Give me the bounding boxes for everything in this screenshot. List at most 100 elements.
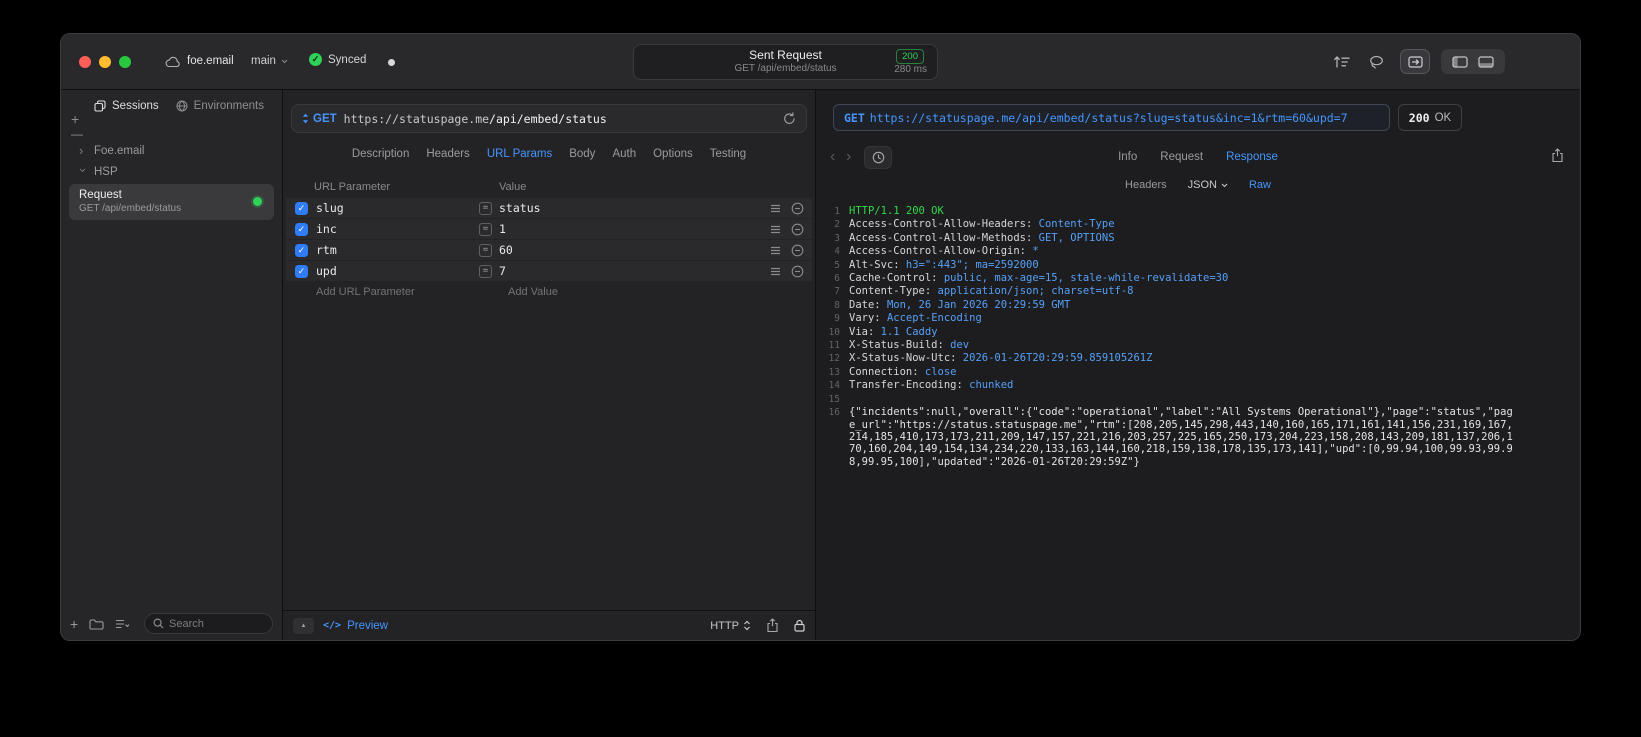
left-sidebar-toggle-icon[interactable] [1452, 55, 1468, 68]
param-checkbox[interactable]: ✓ [295, 243, 308, 257]
tab-info[interactable]: Info [1118, 146, 1137, 169]
tab-headers[interactable]: Headers [426, 148, 469, 160]
line-number: 8 [834, 299, 840, 311]
http-version-selector[interactable]: HTTP [710, 620, 751, 632]
param-value[interactable]: status [499, 201, 760, 215]
search-field[interactable] [144, 613, 273, 634]
refresh-button[interactable] [783, 112, 796, 125]
tree-item-foe-email[interactable]: › Foe.email [69, 140, 274, 161]
header-name: Access-Control-Allow-Origin: [849, 245, 1027, 258]
tab-testing[interactable]: Testing [710, 148, 746, 160]
tab-url-params[interactable]: URL Params [487, 148, 552, 160]
param-value[interactable]: 7 [499, 264, 760, 278]
activity-duration: 280 ms [894, 64, 927, 75]
chevron-down-icon [1221, 183, 1228, 188]
subtab-headers[interactable]: Headers [1125, 179, 1167, 191]
sync-status[interactable]: ✓ Synced [309, 53, 366, 66]
header-value: application/json; charset=utf-8 [937, 285, 1134, 298]
drag-handle-icon[interactable] [770, 246, 781, 255]
tab-body[interactable]: Body [569, 148, 595, 160]
remove-param-button[interactable] [791, 265, 804, 278]
remove-param-button[interactable] [791, 244, 804, 257]
param-checkbox[interactable]: ✓ [295, 264, 308, 278]
main-content: Sessions Environments + — › Foe.email › … [61, 90, 1580, 640]
param-row: ✓ slug = status [286, 198, 812, 218]
tab-environments[interactable]: Environments [176, 100, 264, 112]
export-button[interactable] [1551, 148, 1564, 163]
lock-icon[interactable] [794, 619, 805, 632]
app-window: foe.email main ✓ Synced Sent Request GET… [60, 33, 1581, 641]
sort-ascending-button[interactable] [1333, 55, 1350, 69]
header-value: Accept-Encoding [886, 312, 982, 325]
back-button[interactable]: ‹ [830, 147, 835, 167]
bottom-panel-toggle-icon[interactable] [1478, 55, 1494, 68]
zoom-button[interactable] [119, 56, 131, 68]
check-circle-icon: ✓ [309, 53, 322, 66]
add-value-button[interactable]: Add Value [479, 286, 558, 298]
add-param-button[interactable]: Add URL Parameter [295, 286, 479, 298]
format-dropdown[interactable]: JSON [1188, 179, 1228, 191]
param-checkbox[interactable]: ✓ [295, 222, 308, 236]
sessions-icon [94, 100, 106, 112]
param-name[interactable]: upd [316, 264, 479, 278]
close-button[interactable] [79, 56, 91, 68]
header-value: close [924, 365, 957, 378]
tab-auth[interactable]: Auth [612, 148, 636, 160]
drag-handle-icon[interactable] [770, 225, 781, 234]
request-item-selected[interactable]: Request GET /api/embed/status [69, 184, 274, 220]
param-value[interactable]: 60 [499, 243, 760, 257]
request-item-title: Request [79, 189, 122, 201]
history-button[interactable] [864, 146, 892, 169]
remove-param-button[interactable] [791, 223, 804, 236]
equals-icon: = [479, 201, 492, 215]
code-icon: </> [323, 620, 342, 631]
line-number: 15 [828, 393, 840, 405]
line-number: 10 [828, 326, 840, 338]
line-number: 16 [828, 407, 840, 419]
header-line: 2 Access-Control-Allow-Headers: Content-Ty… [826, 218, 1514, 231]
console-toggle-button[interactable]: ▲ [293, 617, 314, 634]
body-line: 16 {"incidents":null,"overall":{"code":"… [826, 406, 1514, 468]
tab-response[interactable]: Response [1226, 146, 1278, 169]
param-name[interactable]: inc [316, 222, 479, 236]
preview-button[interactable]: </> Preview [323, 620, 388, 632]
response-url-box: GET https://statuspage.me/api/embed/stat… [833, 104, 1390, 131]
response-url-row: GET https://statuspage.me/api/embed/stat… [833, 104, 1462, 131]
tree-item-hsp[interactable]: › HSP [69, 161, 274, 182]
new-folder-button[interactable] [89, 618, 104, 630]
subtab-raw[interactable]: Raw [1249, 179, 1271, 191]
collapse-handle[interactable]: — [71, 128, 83, 140]
tab-description[interactable]: Description [352, 148, 410, 160]
header-line: 11 X-Status-Build: dev [826, 339, 1514, 352]
method-selector[interactable]: GET [302, 113, 337, 125]
drag-handle-icon[interactable] [770, 204, 781, 213]
response-raw-view[interactable]: 1 HTTP/1.1 200 OK 2 Access-Control-Allow-… [826, 205, 1514, 636]
lasso-button[interactable] [1369, 55, 1384, 70]
param-name[interactable]: slug [316, 201, 479, 215]
add-request-button[interactable]: + [70, 617, 78, 631]
minimize-button[interactable] [99, 56, 111, 68]
tab-request[interactable]: Request [1160, 146, 1203, 169]
remove-param-button[interactable] [791, 202, 804, 215]
column-value: Value [499, 181, 527, 193]
drag-handle-icon[interactable] [770, 267, 781, 276]
branch-selector[interactable]: main [251, 55, 288, 67]
tab-sessions[interactable]: Sessions [94, 100, 159, 112]
search-input[interactable] [169, 617, 264, 630]
share-button[interactable] [766, 618, 779, 633]
activity-widget[interactable]: Sent Request GET /api/embed/status 200 2… [633, 44, 938, 80]
header-name: Date: [849, 298, 881, 311]
sort-options-button[interactable] [115, 619, 131, 629]
param-checkbox[interactable]: ✓ [295, 201, 308, 215]
url-bar[interactable]: GET https://statuspage.me/api/embed/stat… [291, 104, 807, 133]
branch-label: main [251, 55, 276, 67]
preview-label: Preview [347, 619, 388, 632]
param-name[interactable]: rtm [316, 243, 479, 257]
tab-options[interactable]: Options [653, 148, 693, 160]
add-session-button[interactable]: + [71, 112, 79, 126]
panel-arrow-button[interactable] [1400, 49, 1430, 74]
line-number: 12 [828, 353, 840, 365]
line-number: 5 [834, 259, 840, 271]
forward-button[interactable]: › [846, 147, 851, 167]
param-value[interactable]: 1 [499, 222, 760, 236]
